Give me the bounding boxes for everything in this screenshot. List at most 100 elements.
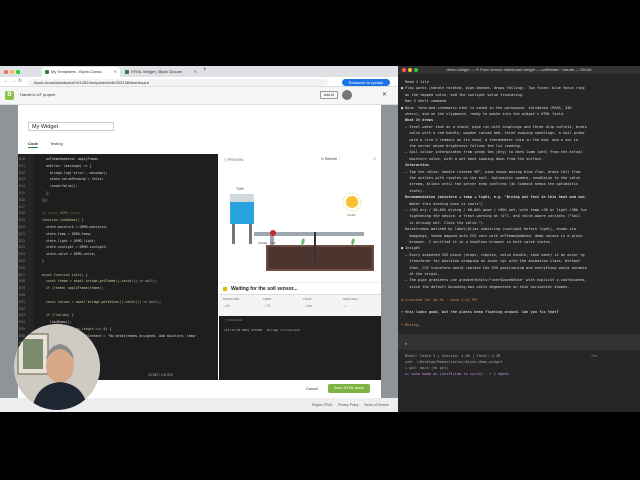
terminal-line: – Every animated SVG piece (drops, rippl… bbox=[405, 252, 585, 257]
warning-icon bbox=[223, 287, 227, 291]
back-icon[interactable]: ← bbox=[4, 78, 9, 84]
code-line: // ===== DEMO ===== bbox=[38, 211, 80, 216]
code-line: renderValue(); bbox=[38, 184, 78, 189]
code-line: const values = await bridge.getValues().… bbox=[38, 299, 162, 304]
close-tab-icon[interactable]: ✕ bbox=[114, 67, 117, 77]
char-count: 34,983 / 100,000 bbox=[148, 373, 173, 377]
relaunch-button[interactable]: Relaunch to update bbox=[342, 79, 390, 86]
stat-label: SUNLIGHT bbox=[343, 297, 359, 301]
valve-label: VALVE bbox=[258, 241, 267, 245]
minimize-window-icon[interactable] bbox=[10, 70, 14, 74]
terminal-line: – Steel water tank on a stand, pipe run … bbox=[405, 124, 587, 129]
tank-label: TANK bbox=[236, 187, 245, 191]
status-line: cwd: ~/Desktop/Repositories/blynk-demo-w… bbox=[405, 360, 503, 364]
project-selector[interactable]: Hamlin's IoT project bbox=[20, 92, 55, 97]
app-header: B Hamlin's IoT project Add AI ✕ bbox=[0, 87, 398, 105]
address-bar-row: ← → ↻ blynk.cloud/dashboard/161452/templ… bbox=[0, 77, 398, 87]
save-html-asset-button[interactable]: Save HTML Asset bbox=[328, 384, 370, 393]
terminal-line: that, CSS transform would replace the SV… bbox=[405, 265, 587, 270]
console-header[interactable]: ▢ CONSOLE bbox=[224, 318, 242, 322]
terminal-line: moisture value, with a wet band soaking … bbox=[405, 156, 544, 161]
code-line: bridge.log('error', message); bbox=[38, 170, 108, 175]
status-line: Model: Fable 3 | Session: 4.8k | Total: … bbox=[405, 354, 598, 358]
terminal-line: the outlets with ripples on the soil. Op… bbox=[405, 176, 581, 180]
prompt-box[interactable] bbox=[398, 334, 640, 350]
close-preview-icon[interactable]: ✕ bbox=[373, 156, 376, 161]
refresh-label: Refresh bbox=[324, 157, 338, 161]
terms-link[interactable]: Terms of Service bbox=[364, 403, 389, 407]
seedling bbox=[351, 238, 355, 246]
light-label: LIGHT bbox=[347, 213, 356, 217]
line-number: 828 bbox=[19, 279, 25, 284]
user-avatar[interactable] bbox=[342, 90, 352, 100]
line-number: 819 bbox=[19, 218, 25, 223]
refresh-button[interactable]: ↻ Refresh bbox=[321, 157, 337, 161]
terminal-line: the corner whose brightness follows the … bbox=[405, 144, 522, 148]
reload-icon[interactable]: ↻ bbox=[18, 78, 22, 84]
terminal-line: stream, blinks until the server echo con… bbox=[405, 182, 579, 187]
tap-label: TAP bbox=[270, 241, 276, 245]
url-input[interactable]: blynk.cloud/dashboard/161452/templates/e… bbox=[28, 79, 328, 86]
stat-value: — bbox=[343, 304, 347, 308]
status-line: ↳ git: main (no git) bbox=[405, 366, 449, 370]
maximize-window-icon[interactable] bbox=[414, 68, 418, 72]
tab-testing[interactable]: Testing bbox=[50, 141, 63, 146]
code-line: state.valve = DEMO.valve; bbox=[38, 252, 96, 257]
forward-icon[interactable]: → bbox=[11, 78, 16, 84]
browser-tab-html-widget[interactable]: HTML Widget | Blynk Docum ✕ bbox=[122, 67, 200, 77]
console-panel: ▢ CONSOLE [16:32:48.000] SYSTEM Bridge i… bbox=[219, 316, 381, 380]
blynk-logo[interactable]: B bbox=[5, 91, 14, 100]
terminal-line: browser. I verified it in a headless bro… bbox=[405, 240, 553, 244]
stat-label: MOISTURE bbox=[223, 297, 239, 301]
terminal-line: at the origin. bbox=[405, 272, 440, 276]
maximize-window-icon[interactable] bbox=[16, 70, 20, 74]
line-number: 817 bbox=[19, 204, 25, 209]
soil-probe bbox=[314, 232, 316, 262]
close-editor-icon[interactable]: ✕ bbox=[382, 91, 387, 98]
waiting-text: Waiting for the soil sensor... bbox=[231, 286, 298, 292]
preview-label: ▢ PREVIEW bbox=[224, 158, 244, 162]
close-window-icon[interactable] bbox=[402, 68, 406, 72]
dimmed-background bbox=[381, 105, 398, 412]
status-banner: Waiting for the soil sensor... bbox=[219, 282, 381, 294]
presenter-video bbox=[14, 324, 100, 410]
code-line: if (!values) { bbox=[38, 313, 74, 318]
code-line: async function init() { bbox=[38, 272, 88, 277]
prompt-input[interactable]: > bbox=[405, 342, 407, 346]
stat-label: TEMP bbox=[263, 297, 272, 301]
terminal-line: Ran 3 shell command bbox=[405, 99, 447, 104]
privacy-link[interactable]: Privacy Policy bbox=[338, 403, 359, 407]
bullet-icon: > bbox=[401, 310, 404, 315]
terminal-line: – <30% dry / 30–60% drying / 60–80% good… bbox=[405, 208, 587, 212]
new-tab-icon[interactable]: + bbox=[203, 67, 207, 73]
terminal-line: state). bbox=[405, 188, 425, 193]
code-line: }); bbox=[38, 197, 48, 202]
bullet-icon: ● bbox=[401, 246, 404, 251]
terminal-line: – Tap the valve: handle rotates 90°, pip… bbox=[405, 169, 581, 174]
tab-code[interactable]: Code bbox=[28, 141, 38, 148]
sun-icon bbox=[346, 196, 358, 208]
line-number: 833 bbox=[19, 313, 25, 318]
terminal-title-text: demo-widget — ✳ Farm sensor dashboard wi… bbox=[446, 67, 592, 72]
terminal-line: Crunched for 4m 9s · done 1:41 PM bbox=[405, 297, 477, 302]
bullet-icon: ✻ bbox=[401, 297, 404, 302]
cancel-button[interactable]: Cancel bbox=[306, 387, 318, 391]
valve-handle-icon[interactable] bbox=[270, 230, 276, 236]
terminal-line: Read 1 file bbox=[405, 80, 429, 84]
terminal-title: demo-widget — ✳ Farm sensor dashboard wi… bbox=[398, 66, 640, 74]
close-tab-icon[interactable]: ✕ bbox=[194, 67, 197, 77]
browser-tab-templates[interactable]: My Templates - Blynk.Conso ✕ bbox=[42, 67, 120, 77]
line-number: 835 bbox=[19, 327, 25, 331]
close-window-icon[interactable] bbox=[4, 70, 8, 74]
add-ai-button[interactable]: Add AI bbox=[320, 91, 338, 99]
minimize-window-icon[interactable] bbox=[408, 68, 412, 72]
soil bbox=[268, 247, 372, 269]
code-line: state.light = DEMO.light; bbox=[38, 238, 96, 243]
code-line: } bbox=[38, 259, 44, 263]
widget-name-input[interactable]: My Widget bbox=[28, 122, 114, 131]
line-number: 811 bbox=[19, 163, 25, 168]
terminal-line: – The pipe gradients use gradientUnits="… bbox=[405, 278, 587, 283]
terminal-line: Flow works (handle rotated, pipe dashed,… bbox=[405, 86, 585, 91]
code-line: state.sunlight = DEMO.sunlight; bbox=[38, 245, 108, 250]
region-text: Region: FRA1 bbox=[312, 403, 333, 407]
